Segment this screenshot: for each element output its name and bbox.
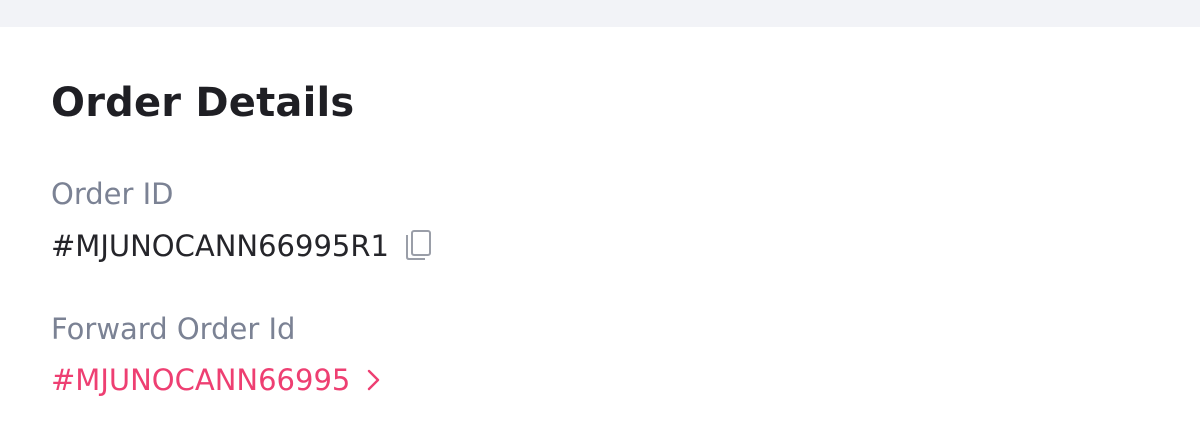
forward-order-id-label: Forward Order Id	[51, 312, 296, 346]
order-details-title: Order Details	[51, 80, 355, 126]
forward-order-id-link[interactable]: #MJUNOCANN66995	[51, 360, 382, 400]
order-id-row: #MJUNOCANN66995R1	[51, 225, 433, 267]
order-id-label: Order ID	[51, 177, 174, 211]
copy-icon[interactable]	[403, 229, 433, 263]
top-divider-strip	[0, 0, 1200, 27]
order-id-value: #MJUNOCANN66995R1	[51, 229, 389, 263]
chevron-right-icon	[364, 368, 382, 392]
forward-order-id-value: #MJUNOCANN66995	[51, 363, 351, 397]
